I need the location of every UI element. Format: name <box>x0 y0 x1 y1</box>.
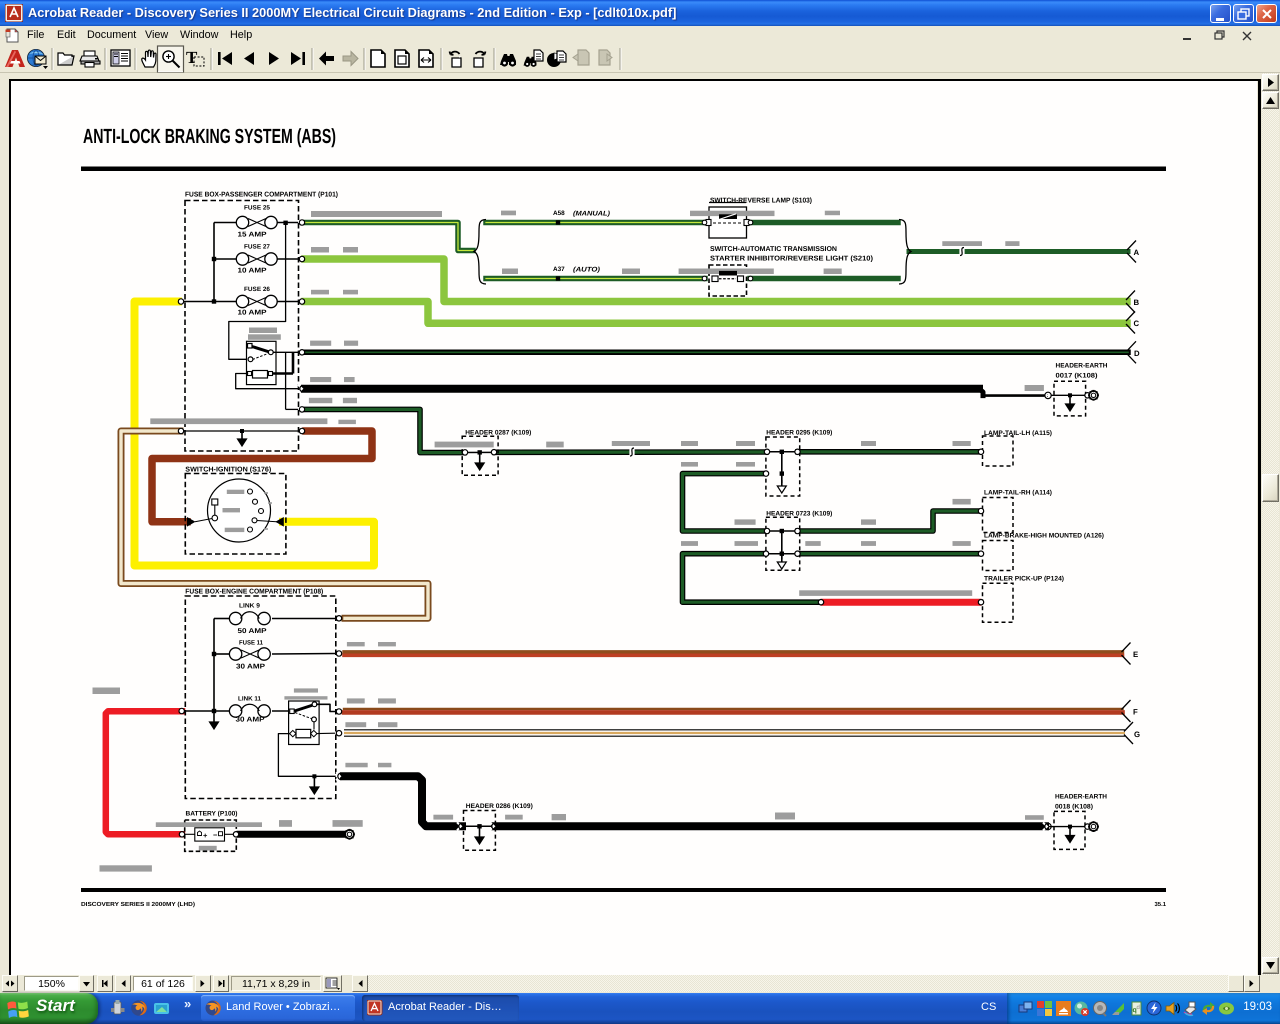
svg-text:F: F <box>1133 708 1138 717</box>
svg-text:SWITCH-REVERSE LAMP (S103): SWITCH-REVERSE LAMP (S103) <box>710 197 812 205</box>
svg-text:TRAILER PICK-UP (P124): TRAILER PICK-UP (P124) <box>984 575 1064 582</box>
svg-text:HEADER-EARTH: HEADER-EARTH <box>1055 794 1107 801</box>
svg-text:HEADER 0295 (K109): HEADER 0295 (K109) <box>766 430 832 437</box>
svg-text:FUSE 26: FUSE 26 <box>244 286 271 293</box>
svg-text:0017 (K108): 0017 (K108) <box>1056 373 1098 380</box>
svg-text:HEADER 0287 (K109): HEADER 0287 (K109) <box>465 430 531 437</box>
svg-text:10 AMP: 10 AMP <box>238 310 267 317</box>
svg-text:(MANUAL): (MANUAL) <box>573 211 611 218</box>
svg-text:d: d <box>1137 1004 1140 1011</box>
svg-text:FUSE 11: FUSE 11 <box>239 640 264 647</box>
svg-text:D: D <box>1134 349 1140 358</box>
svg-text:30 AMP: 30 AMP <box>236 664 265 671</box>
svg-text:FUSE BOX-PASSENGER COMPARTMENT: FUSE BOX-PASSENGER COMPARTMENT (P101) <box>185 191 338 199</box>
svg-text:A58: A58 <box>553 210 565 217</box>
svg-text:15 AMP: 15 AMP <box>238 232 267 239</box>
svg-text:LINK 11: LINK 11 <box>238 696 262 703</box>
svg-text:BATTERY (P100): BATTERY (P100) <box>186 811 238 818</box>
svg-text:FUSE BOX-ENGINE COMPARTMENT (P: FUSE BOX-ENGINE COMPARTMENT (P108) <box>185 588 323 596</box>
svg-text:DISCOVERY SERIES II 2000MY (LH: DISCOVERY SERIES II 2000MY (LHD) <box>81 901 195 908</box>
svg-text:35.1: 35.1 <box>1155 901 1167 908</box>
svg-text:LAMP-TAIL-RH (A114): LAMP-TAIL-RH (A114) <box>984 489 1052 496</box>
svg-text:LAMP-TAIL-LH (A115): LAMP-TAIL-LH (A115) <box>984 430 1052 437</box>
svg-text:C: C <box>1134 319 1140 328</box>
svg-text:FUSE 27: FUSE 27 <box>244 244 271 251</box>
svg-text:50 AMP: 50 AMP <box>238 628 267 635</box>
svg-text:0018 (K108): 0018 (K108) <box>1055 804 1093 811</box>
svg-text:FUSE 25: FUSE 25 <box>244 205 271 212</box>
svg-text:T: T <box>186 48 198 67</box>
svg-text:LINK 9: LINK 9 <box>239 603 261 610</box>
svg-text:HEADER-EARTH: HEADER-EARTH <box>1056 363 1108 370</box>
svg-text:G: G <box>1134 730 1140 739</box>
svg-text:LAMP-BRAKE-HIGH MOUNTED (A126): LAMP-BRAKE-HIGH MOUNTED (A126) <box>984 532 1104 539</box>
svg-text:10 AMP: 10 AMP <box>238 268 267 275</box>
svg-text:HEADER 0286 (K109): HEADER 0286 (K109) <box>466 803 533 810</box>
svg-text:30 AMP: 30 AMP <box>236 717 265 724</box>
svg-text:A: A <box>1134 248 1140 257</box>
svg-text:(AUTO): (AUTO) <box>573 267 601 274</box>
svg-text:E: E <box>1133 650 1138 659</box>
svg-text:SWITCH-IGNITION (S176): SWITCH-IGNITION (S176) <box>185 466 271 474</box>
svg-text:ANTI-LOCK BRAKING SYSTEM (ABS): ANTI-LOCK BRAKING SYSTEM (ABS) <box>83 125 336 148</box>
svg-text:SWITCH-AUTOMATIC TRANSMISSION: SWITCH-AUTOMATIC TRANSMISSION <box>710 246 837 253</box>
svg-text:»: » <box>184 996 191 1011</box>
svg-text:STARTER INHIBITOR/REVERSE LIGH: STARTER INHIBITOR/REVERSE LIGHT (S210) <box>710 255 873 263</box>
svg-text:B: B <box>1134 298 1140 307</box>
svg-text:−: − <box>213 830 218 839</box>
svg-text:A37: A37 <box>553 266 565 273</box>
svg-text:+: + <box>203 831 208 840</box>
